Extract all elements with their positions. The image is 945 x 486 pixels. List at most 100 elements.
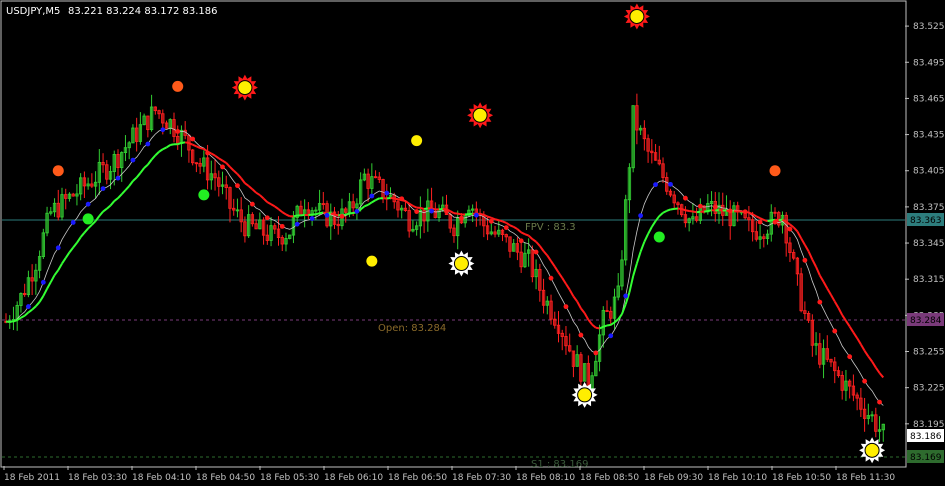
trend-dot <box>459 215 464 221</box>
indicators-layer <box>5 127 885 406</box>
trend-moving-average-segment <box>98 210 104 217</box>
trend-moving-average-segment <box>330 212 335 216</box>
trend-moving-average-segment <box>502 220 507 224</box>
trend-dot <box>533 249 539 255</box>
y-tick-label: 83.195 <box>913 420 945 430</box>
trend-moving-average-segment <box>457 212 462 216</box>
trend-moving-average-segment <box>135 172 142 179</box>
trend-moving-average-segment <box>270 203 276 208</box>
trend-dot <box>847 354 853 360</box>
swing-high-marker-core <box>237 80 253 96</box>
trend-moving-average-segment <box>807 250 814 260</box>
trend-moving-average-segment <box>572 295 578 303</box>
trend-moving-average-segment <box>595 326 600 330</box>
trend-moving-average-segment <box>845 320 851 328</box>
trend-dot <box>220 164 225 170</box>
trend-moving-average-segment <box>681 208 686 212</box>
trend-moving-average-segment <box>606 323 611 327</box>
trend-moving-average-segment <box>281 211 287 216</box>
trend-dot <box>757 219 763 225</box>
x-tick-label: 18 Feb 11:30 <box>836 473 895 483</box>
price-chart-svg[interactable]: Open: 83.284 FPV : 83.3 S1 : 83.169 USDJ… <box>0 0 945 486</box>
trend-moving-average-segment <box>132 176 138 182</box>
trend-moving-average-segment <box>479 212 485 216</box>
trend-moving-average-segment <box>826 287 832 296</box>
trend-moving-average-segment <box>685 209 690 212</box>
trend-moving-average-segment <box>539 245 545 252</box>
trend-dot <box>668 181 673 187</box>
trend-moving-average-segment <box>755 215 761 220</box>
x-tick-label: 18 Feb 09:30 <box>644 473 703 483</box>
trend-dot <box>548 275 554 281</box>
trend-moving-average-segment <box>143 163 149 169</box>
trend-moving-average-segment <box>68 246 74 253</box>
trend-moving-average-segment <box>124 185 130 191</box>
x-tick-label: 18 Feb 07:30 <box>452 473 511 483</box>
candles-layer <box>4 93 885 442</box>
trend-moving-average-segment <box>591 323 597 329</box>
trend-dot <box>503 225 509 231</box>
trend-dot <box>384 190 390 196</box>
trend-moving-average-segment <box>13 319 18 323</box>
x-tick-label: 18 Feb 10:50 <box>772 473 831 483</box>
trend-dot <box>563 304 569 310</box>
trend-moving-average-segment <box>274 205 280 210</box>
trend-moving-average-segment <box>535 241 541 247</box>
trend-moving-average-segment <box>106 204 112 210</box>
chart-area[interactable]: Open: 83.284 FPV : 83.3 S1 : 83.169 USDJ… <box>0 0 945 486</box>
trend-moving-average-segment <box>79 232 86 238</box>
trend-moving-average-segment <box>524 233 529 237</box>
trend-moving-average-segment <box>632 263 638 277</box>
last-price-badge-text: 83.186 <box>910 432 942 442</box>
trend-moving-average-segment <box>692 210 697 214</box>
trend-moving-average-segment <box>120 189 127 195</box>
trend-dot <box>787 226 793 232</box>
trend-dot <box>488 218 494 224</box>
trend-moving-average-segment <box>371 199 377 204</box>
trend-moving-average-segment <box>647 226 653 235</box>
trend-moving-average-segment <box>393 197 399 201</box>
open-price-badge-text: 83.284 <box>910 316 942 326</box>
x-tick-label: 18 Feb 06:50 <box>388 473 447 483</box>
trend-moving-average-segment <box>221 159 227 164</box>
y-tick-label: 83.315 <box>913 275 945 285</box>
trend-moving-average-segment <box>546 254 552 262</box>
trend-dot <box>772 219 778 225</box>
x-tick-label: 18 Feb 05:30 <box>260 473 319 483</box>
trend-moving-average-segment <box>247 185 254 190</box>
trend-moving-average-segment <box>871 360 877 369</box>
trend-moving-average-segment <box>46 281 52 290</box>
x-tick-label: 18 Feb 03:30 <box>68 473 127 483</box>
trend-moving-average-segment <box>553 266 560 273</box>
trend-moving-average-segment <box>689 209 694 213</box>
signal-dot <box>366 255 378 267</box>
trend-moving-average-segment <box>643 233 649 243</box>
trend-moving-average-segment <box>527 234 534 240</box>
trend-dot <box>85 201 91 207</box>
y-tick-label: 83.495 <box>913 58 945 68</box>
trend-moving-average-segment <box>236 173 242 179</box>
trend-moving-average-segment <box>367 201 373 206</box>
trend-moving-average-segment <box>244 182 250 187</box>
trend-moving-average-segment <box>666 208 671 212</box>
trend-dot <box>414 209 420 214</box>
trend-moving-average-segment <box>266 201 272 206</box>
trend-moving-average-segment <box>513 226 518 230</box>
trend-dot <box>145 141 151 147</box>
signal-dot <box>411 135 423 147</box>
y-tick-label: 83.405 <box>913 167 945 177</box>
trend-moving-average-segment <box>602 324 608 328</box>
trend-moving-average-segment <box>848 325 855 333</box>
trend-moving-average-segment <box>531 238 537 243</box>
trend-moving-average-segment <box>229 166 235 172</box>
trend-moving-average-segment <box>165 144 171 149</box>
trend-moving-average-segment <box>109 200 116 207</box>
trend-moving-average-segment <box>863 350 870 357</box>
trend-moving-average-segment <box>83 227 89 234</box>
y-tick-label: 83.345 <box>913 239 945 249</box>
trend-dot <box>264 215 270 221</box>
trend-dot <box>205 150 210 156</box>
trend-dot <box>697 203 703 209</box>
x-tick-label: 18 Feb 04:50 <box>196 473 255 483</box>
trend-moving-average-segment <box>262 197 269 203</box>
